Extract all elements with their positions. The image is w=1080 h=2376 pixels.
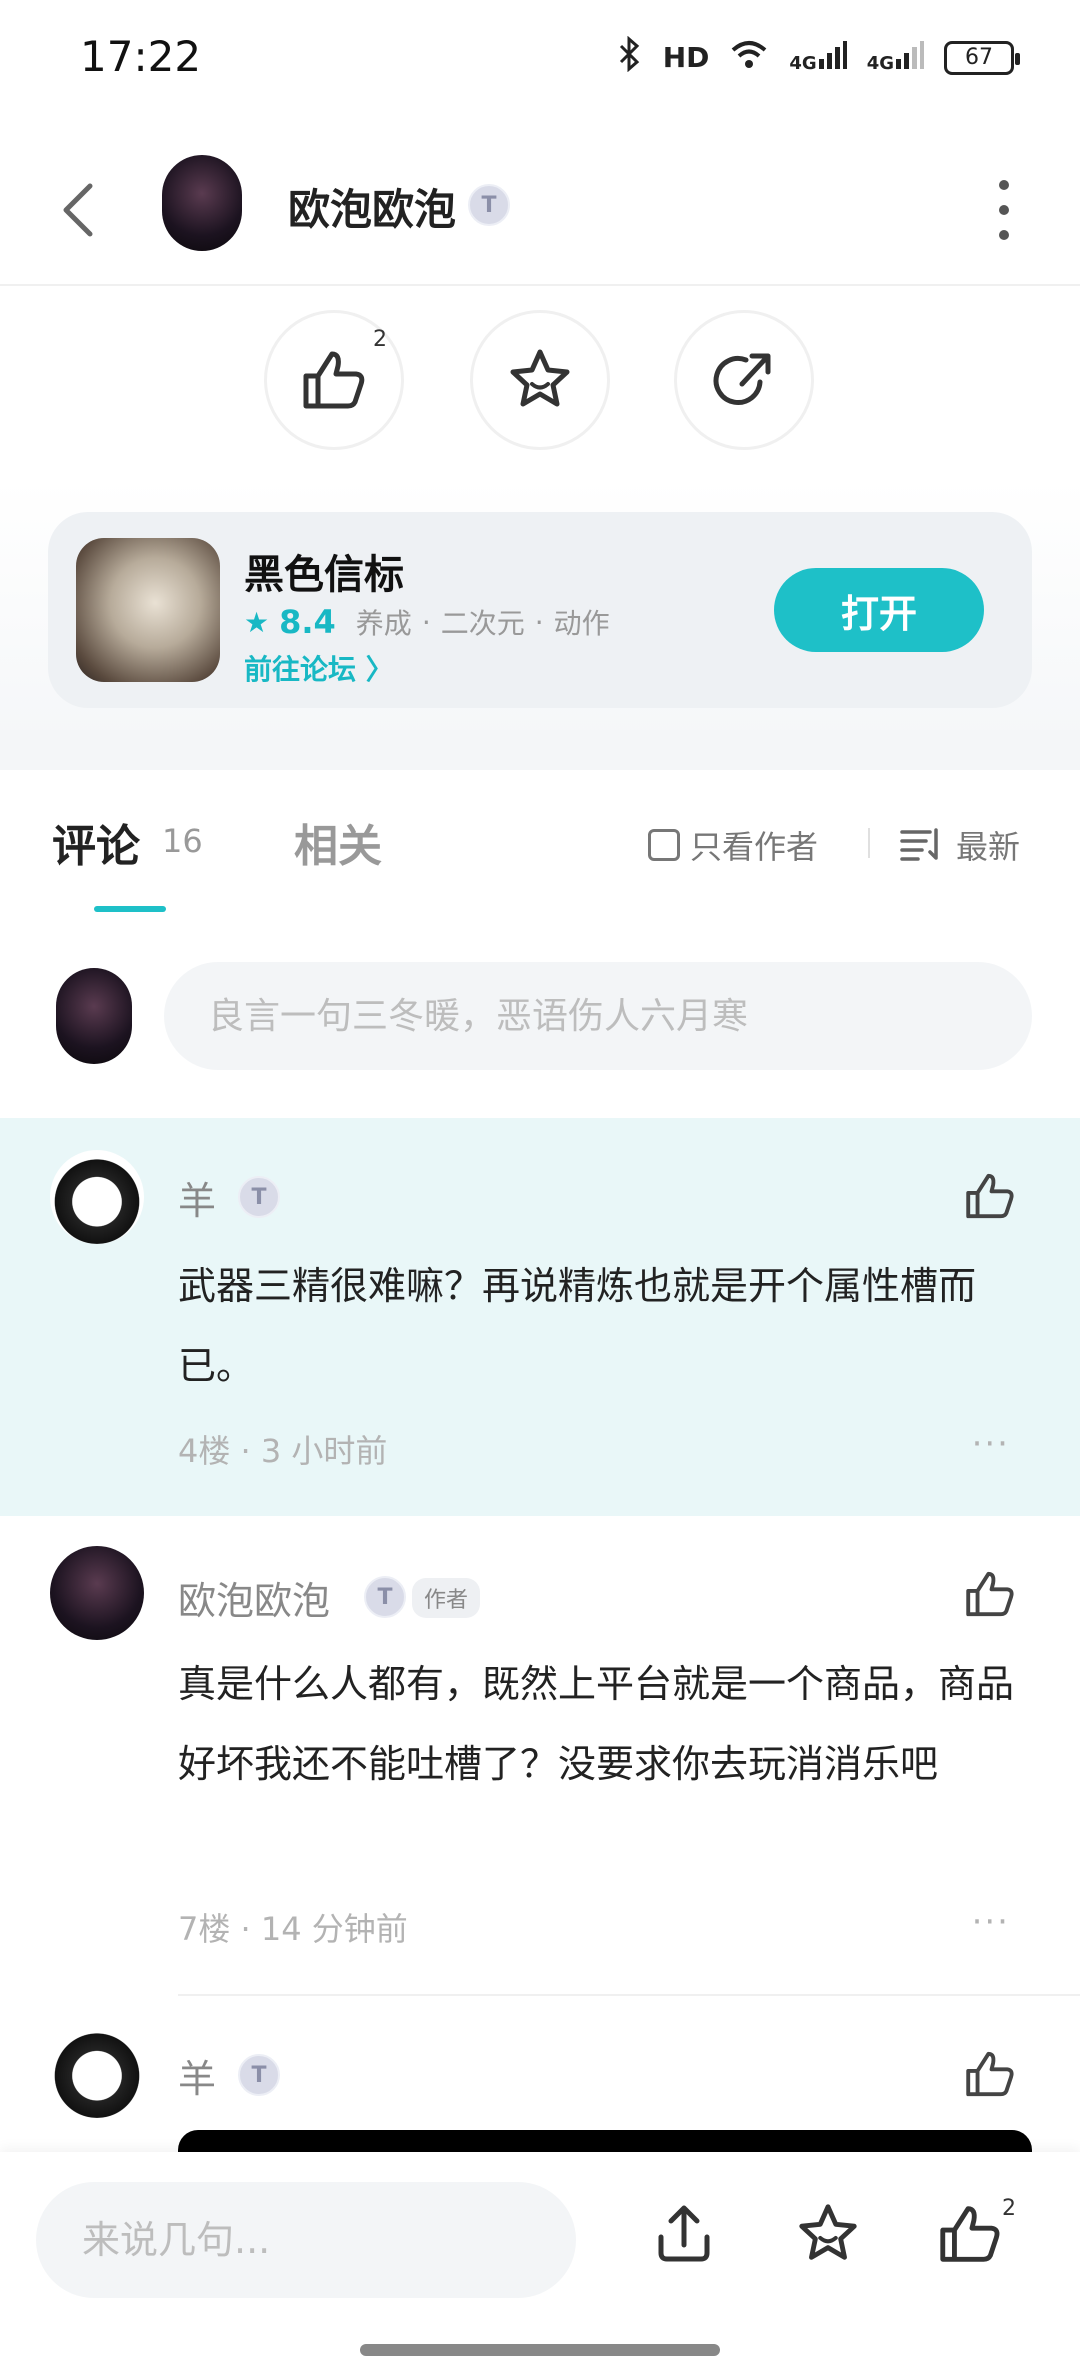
comment-meta: 7楼 · 14 分钟前 <box>178 1910 408 1948</box>
hd-icon: HD <box>662 41 710 74</box>
game-card[interactable]: 黑色信标 ★ 8.4 养成 · 二次元 · 动作 前往论坛 〉 打开 <box>48 512 1032 708</box>
divider <box>868 828 870 858</box>
sort-label: 最新 <box>956 828 1021 866</box>
game-tag: 养成 <box>355 607 412 640</box>
author-only-label: 只看作者 <box>690 828 819 866</box>
comment-like-button[interactable] <box>962 1168 1018 1224</box>
share-button[interactable] <box>644 2194 724 2274</box>
rating-star-icon: ★ <box>244 605 270 639</box>
top-navigation: 欧泡欧泡 T <box>0 140 1080 286</box>
sort-button[interactable]: 最新 <box>900 822 1020 868</box>
comment-input-row <box>0 940 1080 1080</box>
thumbs-up-icon <box>966 1173 1014 1219</box>
game-meta: ★ 8.4 养成 · 二次元 · 动作 <box>244 602 610 642</box>
user-level-badge: T <box>238 1176 280 1218</box>
more-options-button[interactable] <box>994 180 1014 240</box>
signal-1-icon: 4G <box>789 39 847 76</box>
thumbs-up-icon <box>966 2051 1014 2097</box>
status-icons: HD 4G 4G 67 <box>617 35 1020 79</box>
game-score: 8.4 <box>279 603 336 641</box>
game-tag: 动作 <box>553 607 610 640</box>
my-avatar <box>56 968 132 1064</box>
author-avatar[interactable] <box>162 155 242 251</box>
reply-input[interactable] <box>36 2182 576 2298</box>
like-post-button[interactable]: 2 <box>264 310 404 450</box>
commenter-avatar[interactable] <box>50 2024 144 2118</box>
commenter-name[interactable]: 羊 <box>178 2048 216 2103</box>
like-button[interactable] <box>930 2194 1010 2274</box>
thumbs-up-icon <box>303 351 365 409</box>
user-level-badge: T <box>468 184 510 226</box>
section-separator <box>0 730 1080 770</box>
more-vertical-icon <box>999 180 1009 190</box>
commenter-name[interactable]: 欧泡欧泡 <box>178 1570 330 1625</box>
comment-item: 欧泡欧泡 T 作者 真是什么人都有，既然上平台就是一个商品，商品好坏我还不能吐槽… <box>0 1516 1080 1996</box>
bottom-action-bar: 2 <box>0 2152 1080 2376</box>
share-post-button[interactable] <box>674 310 814 450</box>
back-button[interactable] <box>50 170 110 250</box>
comment-meta: 4楼 · 3 小时前 <box>178 1432 388 1470</box>
favorite-post-button[interactable] <box>470 310 610 450</box>
commenter-avatar[interactable] <box>50 1150 144 1244</box>
checkbox-icon <box>648 829 680 861</box>
battery-indicator: 67 <box>944 40 1020 75</box>
comment-like-button[interactable] <box>962 2046 1018 2102</box>
thumbs-up-icon <box>966 1571 1014 1617</box>
comment-text: 真是什么人都有，既然上平台就是一个商品，商品好坏我还不能吐槽了？没要求你去玩消消… <box>178 1662 1015 1786</box>
upload-share-icon <box>658 2205 710 2262</box>
comment-tabs: 评论 16 相关 只看作者 最新 <box>0 770 1080 920</box>
status-time: 17:22 <box>80 32 202 81</box>
like-count: 2 <box>373 327 387 352</box>
open-game-button[interactable]: 打开 <box>774 568 984 652</box>
comment-input[interactable] <box>164 962 1032 1070</box>
game-icon-image <box>76 538 220 682</box>
comment-item: 羊 T <box>0 1996 1080 2152</box>
comment-more-button[interactable]: ··· <box>972 1902 1010 1942</box>
comment-like-button[interactable] <box>962 1566 1018 1622</box>
game-name: 黑色信标 <box>244 552 404 598</box>
tag-separator: · <box>534 605 544 639</box>
comment-more-button[interactable]: ··· <box>972 1424 1010 1464</box>
forum-link[interactable]: 前往论坛 〉 <box>244 648 394 688</box>
more-dot <box>999 230 1009 240</box>
active-tab-indicator <box>94 906 166 912</box>
game-tag: 二次元 <box>440 607 525 640</box>
signal-2-icon: 4G <box>867 39 924 76</box>
commenter-avatar[interactable] <box>50 1546 144 1640</box>
more-dot <box>999 205 1009 215</box>
star-icon <box>799 2204 857 2260</box>
comment-text: 武器三精很难嘛？再说精炼也就是开个属性槽而已。 <box>178 1264 977 1388</box>
comment-item: 羊 T 武器三精很难嘛？再说精炼也就是开个属性槽而已。 4楼 · 3 小时前 ·… <box>0 1118 1080 1516</box>
thumbs-up-icon <box>940 2206 1000 2262</box>
home-indicator[interactable] <box>360 2344 720 2356</box>
sort-icon <box>900 828 938 861</box>
commenter-name[interactable]: 羊 <box>178 1170 216 1225</box>
bluetooth-icon <box>617 35 643 79</box>
user-level-badge: T <box>238 2054 280 2096</box>
tag-separator: · <box>421 605 431 639</box>
wifi-icon <box>729 38 769 77</box>
tab-comments[interactable]: 评论 <box>52 810 140 874</box>
bottom-like-count: 2 <box>1002 2196 1016 2221</box>
comment-count: 16 <box>162 822 203 860</box>
status-bar: 17:22 HD 4G 4G 67 <box>0 0 1080 120</box>
back-arrow-icon <box>63 183 93 237</box>
author-name[interactable]: 欧泡欧泡 <box>288 176 456 237</box>
favorite-button[interactable] <box>788 2194 868 2274</box>
share-icon <box>713 353 771 405</box>
user-level-badge: T <box>364 1576 406 1618</box>
tab-related[interactable]: 相关 <box>294 810 382 874</box>
author-only-toggle[interactable]: 只看作者 <box>648 822 818 868</box>
star-icon <box>510 349 570 407</box>
author-tag: 作者 <box>412 1578 481 1618</box>
